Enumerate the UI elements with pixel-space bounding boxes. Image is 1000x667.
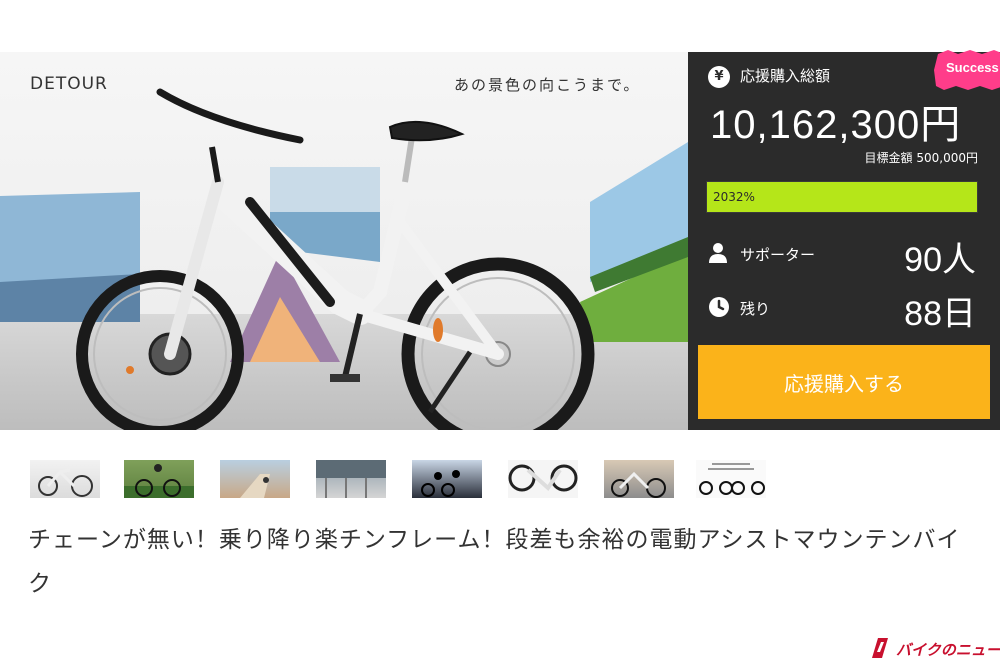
thumbnail-4[interactable]: [316, 460, 386, 498]
hero-scene: [0, 88, 688, 430]
remaining-days: 88日: [904, 295, 976, 333]
bike-handlebar: [156, 88, 304, 144]
bike-crank: [342, 313, 363, 378]
product-title: チェーンが無い！乗り降り楽チンフレーム！段差も余裕の電動アシストマウンテンバイク: [28, 527, 961, 597]
hero-tagline: あの景色の向こうまで。: [454, 76, 641, 94]
person-icon: [709, 243, 727, 263]
hero-image: DETOUR あの景色の向こうまで。: [0, 52, 688, 430]
clock-icon: [709, 297, 729, 317]
goal-amount: 目標金額 500,000円: [864, 151, 978, 165]
rear-reflector: [433, 318, 443, 342]
thumbnail-7-bike-outdoor-icon: [611, 471, 666, 498]
thumbnail-6[interactable]: [508, 460, 578, 498]
thumbnail-5[interactable]: [412, 460, 482, 498]
total-amount: 10,162,300円: [710, 103, 962, 147]
support-purchase-button[interactable]: 応援購入する: [698, 345, 990, 419]
thumbnail-7[interactable]: [604, 460, 674, 498]
thumbnail-3-path-icon: [240, 474, 270, 498]
thumbnail-strip: [30, 460, 770, 500]
thumbnail-5-sunset-icon: [421, 470, 460, 497]
success-badge: Success: [934, 50, 1000, 90]
thumbnail-8-two-bikes-icon: [699, 463, 765, 495]
supporters-count: 90人: [904, 241, 976, 279]
thumbnail-1-bike-icon: [38, 468, 93, 497]
success-badge-label: Success: [946, 60, 999, 75]
thumbnail-2[interactable]: [124, 460, 194, 498]
bike-kickstand: [427, 350, 473, 414]
progress-percent: 2032%: [713, 190, 755, 204]
bike-fork: [164, 176, 224, 360]
funding-panel: ¥ 応援購入総額 10,162,300円 目標金額 500,000円 2032%…: [688, 50, 1000, 430]
thumbnail-6-frame-icon: [508, 464, 578, 492]
front-reflector: [126, 366, 134, 374]
bike-pedal: [330, 374, 360, 382]
total-label: 応援購入総額: [740, 67, 831, 85]
thumbnail-3[interactable]: [220, 460, 290, 498]
thumbnail-1[interactable]: [30, 460, 100, 498]
yen-icon: ¥: [708, 66, 730, 88]
supporters-label: サポーター: [740, 246, 816, 264]
bike-stem: [209, 146, 221, 183]
bike-saddle: [388, 120, 465, 142]
mural-sea-top: [270, 167, 380, 212]
watermark-text: バイクのニュース: [896, 641, 1000, 659]
thumbnail-2-rider-icon: [124, 464, 194, 498]
thumbnail-4-building-icon: [316, 460, 386, 498]
progress-bar: 2032%: [706, 181, 978, 213]
thumbnail-8[interactable]: [696, 460, 766, 498]
remaining-label: 残り: [740, 300, 771, 318]
brand-logo: DETOUR: [30, 74, 108, 94]
bicycle: [76, 88, 595, 430]
site-logo-icon: [872, 638, 888, 658]
